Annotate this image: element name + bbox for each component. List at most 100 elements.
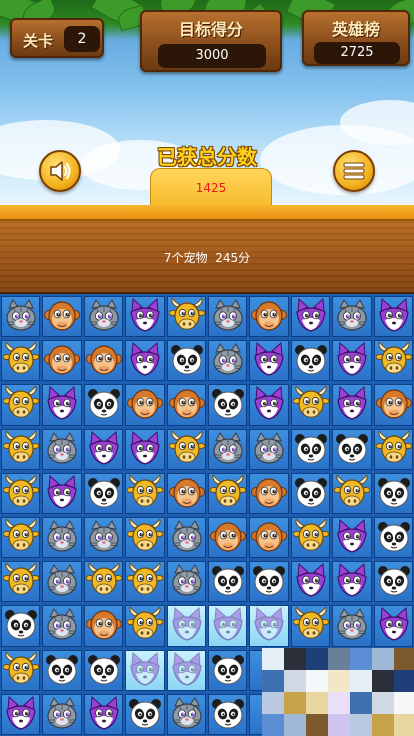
board-cell[interactable] (332, 605, 372, 647)
board-cell[interactable] (125, 384, 165, 426)
board-cell[interactable] (1, 517, 41, 559)
board-cell[interactable] (290, 384, 331, 426)
board-cell[interactable] (1, 605, 41, 647)
board-cell[interactable] (332, 384, 372, 426)
board-cell[interactable] (249, 384, 289, 426)
board-cell[interactable] (290, 472, 331, 514)
board-cell[interactable] (166, 384, 206, 426)
board-cell[interactable] (125, 605, 165, 647)
board-cell[interactable] (166, 296, 206, 338)
board-cell[interactable] (42, 384, 82, 426)
board-cell[interactable] (290, 517, 331, 559)
board-cell[interactable] (373, 605, 413, 647)
fox-icon (296, 298, 326, 332)
board-cell[interactable] (83, 296, 124, 338)
board-cell[interactable] (125, 561, 165, 603)
board-cell[interactable] (83, 649, 124, 691)
board-cell[interactable] (332, 561, 372, 603)
board-cell[interactable] (125, 649, 165, 691)
leaderboard-sign[interactable]: 英雄榜 2725 (302, 10, 410, 66)
board-cell[interactable] (166, 340, 206, 382)
board-cell[interactable] (373, 428, 413, 470)
board-cell[interactable] (208, 428, 248, 470)
board-cell[interactable] (42, 296, 82, 338)
board-cell[interactable] (290, 561, 331, 603)
board-cell[interactable] (249, 340, 289, 382)
board-cell[interactable] (42, 428, 82, 470)
board-cell[interactable] (249, 561, 289, 603)
board-cell[interactable] (1, 561, 41, 603)
board-cell[interactable] (42, 605, 82, 647)
board-cell[interactable] (373, 561, 413, 603)
board-cell[interactable] (332, 472, 372, 514)
board-cell[interactable] (83, 428, 124, 470)
board-cell[interactable] (83, 693, 124, 735)
board-cell[interactable] (373, 340, 413, 382)
board-cell[interactable] (290, 605, 331, 647)
board-cell[interactable] (1, 693, 41, 735)
board-cell[interactable] (1, 472, 41, 514)
board-cell[interactable] (332, 296, 372, 338)
board-cell[interactable] (332, 428, 372, 470)
board-cell[interactable] (1, 384, 41, 426)
board-cell[interactable] (125, 340, 165, 382)
bull-icon (3, 519, 39, 551)
board-cell[interactable] (249, 428, 289, 470)
board-cell[interactable] (125, 296, 165, 338)
board-cell[interactable] (166, 649, 206, 691)
board-cell[interactable] (332, 517, 372, 559)
board-cell[interactable] (83, 605, 124, 647)
board-cell[interactable] (166, 605, 206, 647)
board-cell[interactable] (208, 517, 248, 559)
board-cell[interactable] (208, 561, 248, 603)
board-cell[interactable] (125, 428, 165, 470)
bull-icon (3, 342, 39, 374)
board-cell[interactable] (1, 296, 41, 338)
board-cell[interactable] (373, 517, 413, 559)
board-cell[interactable] (125, 472, 165, 514)
board-cell[interactable] (166, 428, 206, 470)
board-cell[interactable] (83, 472, 124, 514)
panda-icon (5, 610, 37, 640)
board-cell[interactable] (1, 649, 41, 691)
board-cell[interactable] (290, 296, 331, 338)
board-cell[interactable] (42, 561, 82, 603)
board-cell[interactable] (1, 340, 41, 382)
board-cell[interactable] (208, 472, 248, 514)
board-cell[interactable] (42, 472, 82, 514)
board-cell[interactable] (166, 693, 206, 735)
board-cell[interactable] (373, 384, 413, 426)
board-cell[interactable] (125, 517, 165, 559)
board-cell[interactable] (1, 428, 41, 470)
board-cell[interactable] (42, 693, 82, 735)
monkey-icon (251, 478, 288, 508)
board-cell[interactable] (373, 296, 413, 338)
board-cell[interactable] (42, 649, 82, 691)
board-cell[interactable] (290, 428, 331, 470)
board-cell[interactable] (208, 693, 248, 735)
board-cell[interactable] (166, 517, 206, 559)
board-cell[interactable] (332, 340, 372, 382)
board-cell[interactable] (249, 472, 289, 514)
board-cell[interactable] (166, 561, 206, 603)
board-cell[interactable] (125, 693, 165, 735)
board-cell[interactable] (83, 340, 124, 382)
board-cell[interactable] (208, 340, 248, 382)
fox-icon (171, 607, 202, 642)
board-cell[interactable] (208, 649, 248, 691)
board-cell[interactable] (208, 296, 248, 338)
board-cell[interactable] (290, 340, 331, 382)
board-cell[interactable] (42, 517, 82, 559)
board-cell[interactable] (249, 517, 289, 559)
board-cell[interactable] (83, 517, 124, 559)
board-cell[interactable] (42, 340, 82, 382)
board-cell[interactable] (373, 472, 413, 514)
board-cell[interactable] (166, 472, 206, 514)
board-cell[interactable] (83, 384, 124, 426)
board-cell[interactable] (83, 561, 124, 603)
board-cell[interactable] (249, 605, 289, 647)
panda-icon (294, 477, 327, 508)
board-cell[interactable] (249, 296, 289, 338)
board-cell[interactable] (208, 605, 248, 647)
board-cell[interactable] (208, 384, 248, 426)
